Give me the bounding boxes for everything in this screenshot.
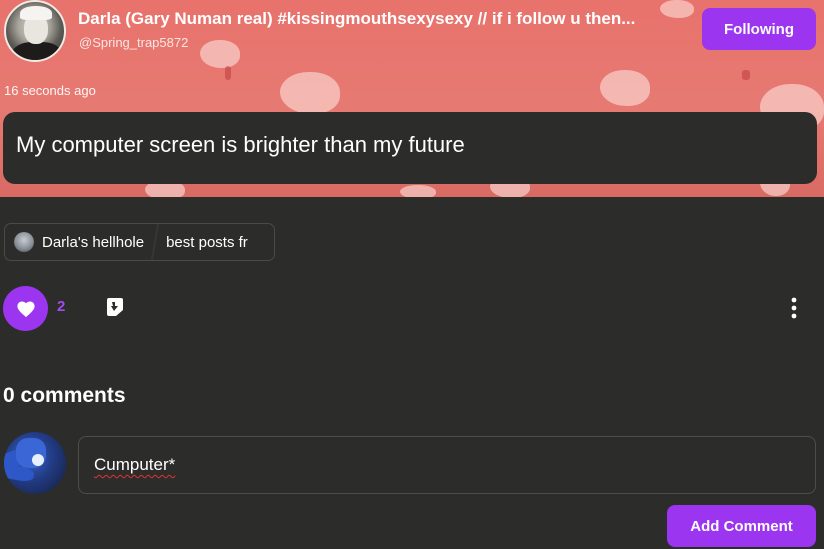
community-chip[interactable]: Darla's hellhole best posts fr (4, 223, 275, 261)
like-button[interactable] (3, 286, 48, 331)
like-count: 2 (57, 298, 66, 315)
more-vertical-icon[interactable] (788, 296, 800, 320)
collection-name: best posts fr (166, 233, 248, 251)
author-handle[interactable]: @Spring_trap5872 (79, 35, 188, 50)
heart-icon (16, 300, 35, 317)
post-text: My computer screen is brighter than my f… (16, 132, 465, 157)
add-comment-button[interactable]: Add Comment (667, 505, 816, 547)
reply-icon[interactable] (104, 296, 126, 318)
user-avatar (4, 432, 66, 494)
community-avatar (14, 232, 34, 252)
comment-input-text: Cumputer* (94, 455, 176, 474)
author-avatar[interactable] (4, 0, 66, 62)
comments-count-heading: 0 comments (3, 384, 126, 407)
community-name: Darla's hellhole (42, 233, 145, 251)
post-timestamp: 16 seconds ago (4, 83, 96, 98)
chip-divider (144, 224, 167, 260)
post-content: My computer screen is brighter than my f… (3, 112, 817, 184)
author-name[interactable]: Darla (Gary Numan real) #kissingmouthsex… (78, 9, 690, 29)
comment-input[interactable] (78, 436, 816, 494)
following-button[interactable]: Following (702, 8, 816, 50)
